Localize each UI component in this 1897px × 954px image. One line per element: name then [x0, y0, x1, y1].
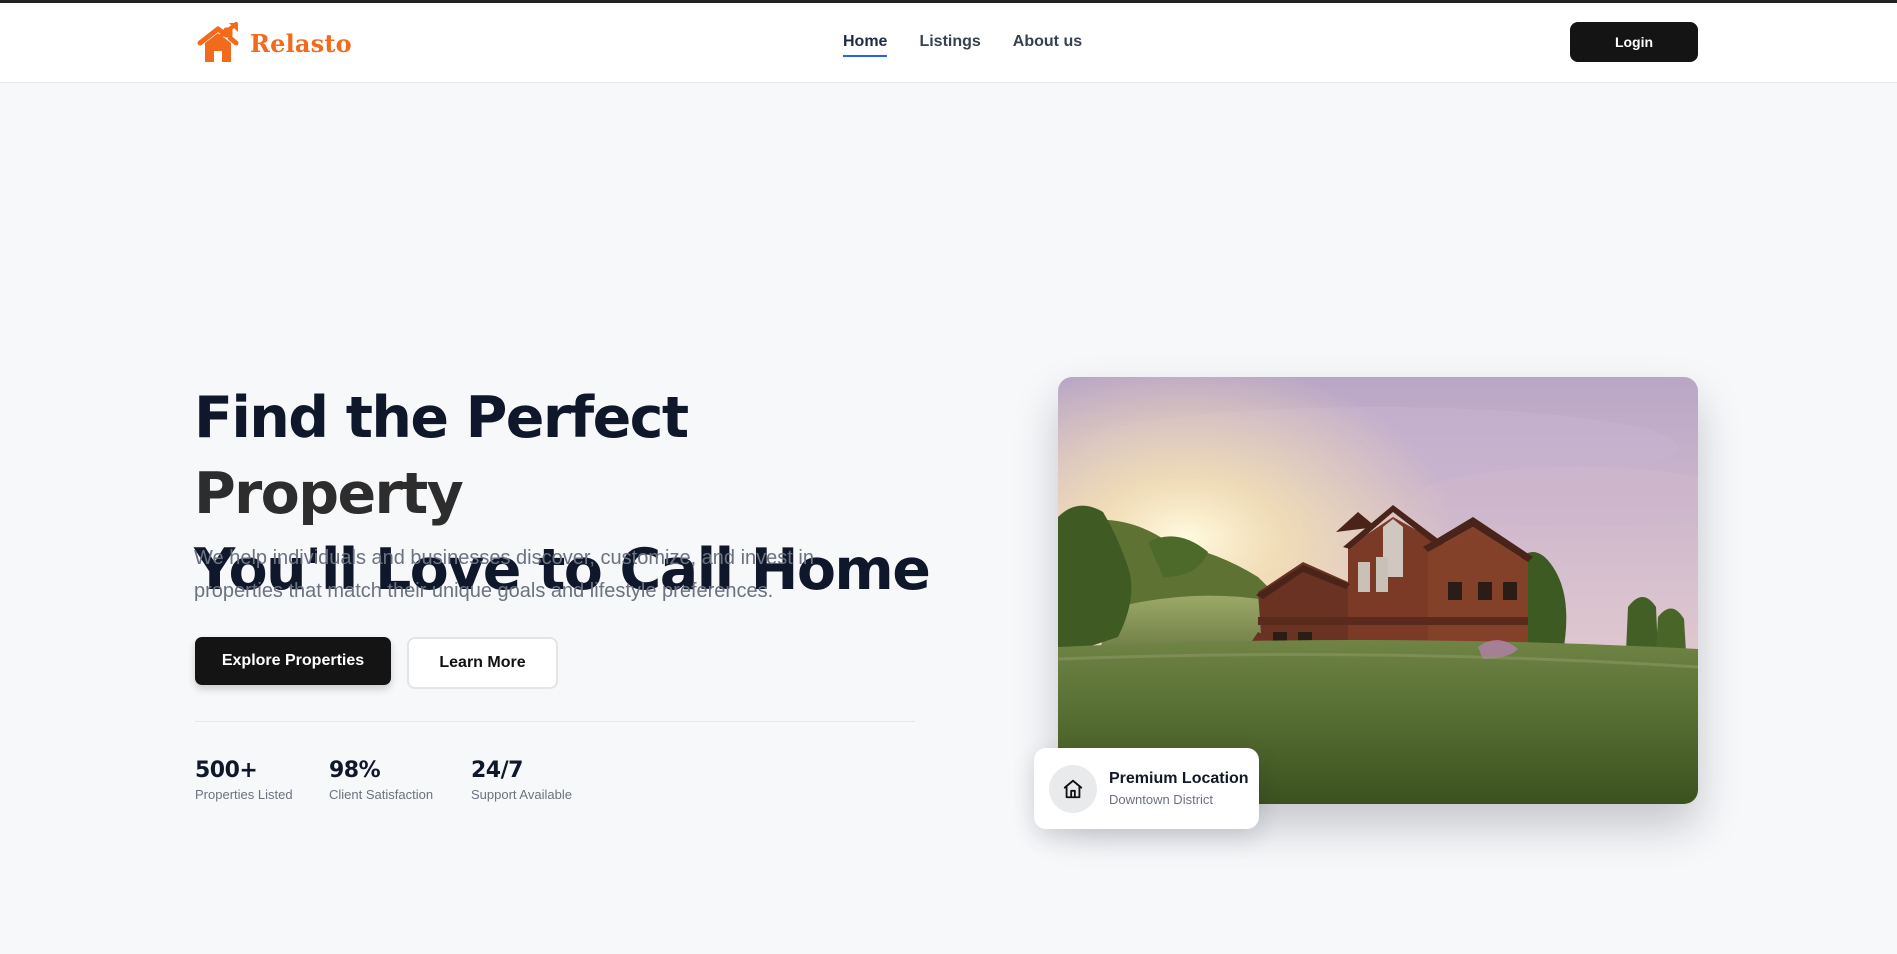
stat-label: Support Available — [471, 787, 572, 802]
badge-title: Premium Location — [1109, 770, 1249, 787]
site-header: Relasto Home Listings About us Login — [0, 3, 1897, 83]
hero-title-part1: Find the Perfect — [194, 385, 689, 451]
house-photo-illustration — [1058, 377, 1698, 804]
home-icon — [1049, 764, 1097, 813]
hero-description: We help individuals and businesses disco… — [194, 547, 814, 602]
main-nav: Home Listings About us — [843, 33, 1082, 57]
stat-label: Properties Listed — [195, 787, 293, 802]
house-growth-icon — [197, 22, 239, 62]
hero-title-part2: Property — [194, 461, 464, 527]
stat-value: 24/7 — [471, 758, 523, 783]
brand-name: Relasto — [250, 28, 352, 58]
location-badge: Premium Location Downtown District — [1034, 748, 1259, 829]
login-button[interactable]: Login — [1570, 22, 1698, 62]
stat-satisfaction: 98% Client Satisfaction — [329, 758, 433, 802]
stat-support: 24/7 Support Available — [471, 758, 572, 802]
nav-listings[interactable]: Listings — [919, 33, 980, 57]
featured-property-image — [1058, 377, 1698, 804]
nav-home[interactable]: Home — [843, 33, 888, 57]
brand-logo[interactable]: Relasto — [196, 21, 352, 65]
explore-properties-button[interactable]: Explore Properties — [195, 637, 391, 685]
nav-about-us[interactable]: About us — [1013, 33, 1082, 57]
stats-divider — [195, 721, 915, 722]
learn-more-button[interactable]: Learn More — [407, 637, 558, 689]
stat-value: 98% — [329, 758, 381, 783]
badge-text: Premium Location Downtown District — [1109, 770, 1249, 807]
stat-label: Client Satisfaction — [329, 787, 434, 802]
badge-subtitle: Downtown District — [1109, 792, 1214, 807]
stat-properties: 500+ Properties Listed — [195, 758, 293, 802]
stat-value: 500+ — [195, 758, 258, 783]
